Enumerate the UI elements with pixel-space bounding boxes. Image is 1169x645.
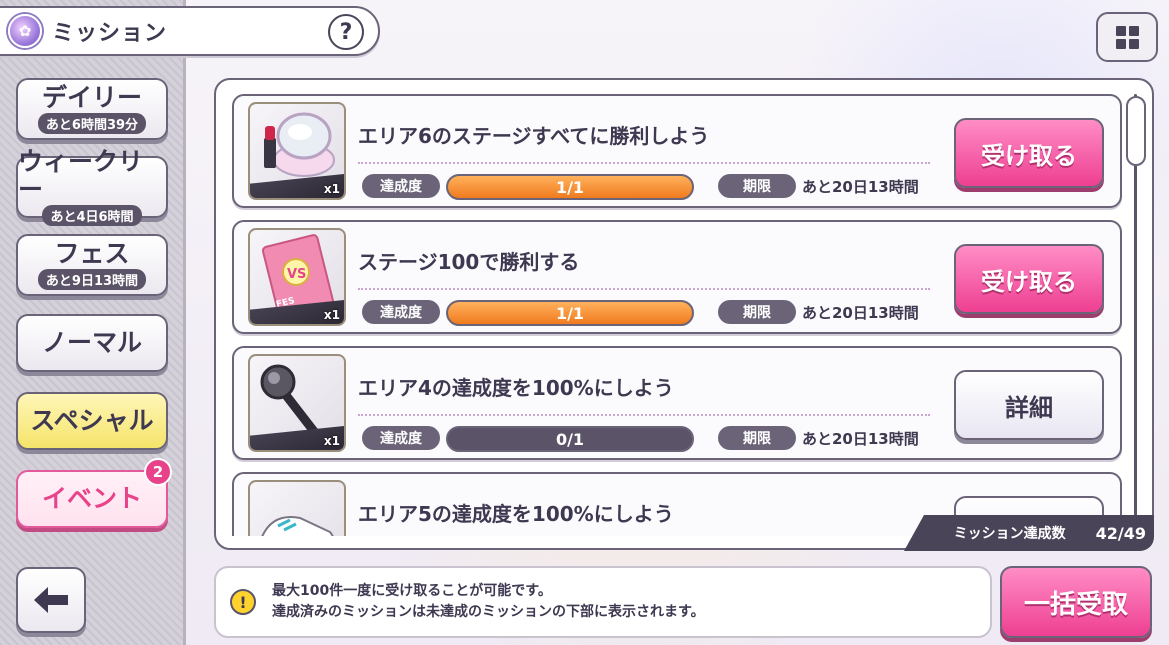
deadline-label: 期限 — [718, 426, 796, 450]
tab-weekly[interactable]: ウィークリー あと4日6時間 — [16, 148, 168, 226]
tab-normal[interactable]: ノーマル — [16, 314, 168, 372]
reward-thumbnail — [248, 480, 346, 536]
tab-label: イベント — [41, 484, 142, 514]
completion-value: 42/49 — [1095, 523, 1146, 543]
mission-completion-count: ミッション達成数 42/49 — [904, 515, 1154, 551]
exclamation-icon: ! — [230, 589, 256, 615]
scroll-thumb[interactable] — [1126, 96, 1146, 166]
reward-thumbnail: x1 — [248, 102, 346, 200]
page-title: ミッション — [52, 21, 168, 46]
tab-fes[interactable]: フェス あと9日13時間 — [16, 234, 168, 296]
completion-label: ミッション達成数 — [953, 526, 1066, 542]
deadline-value: あと20日13時間 — [802, 304, 919, 322]
tab-label: ノーマル — [41, 328, 142, 358]
mission-title: エリア4の達成度を100%にしよう — [358, 376, 674, 400]
tab-remaining-time: あと6時間39分 — [37, 113, 147, 135]
reward-count: x1 — [323, 182, 340, 196]
detail-button[interactable]: 詳細 — [954, 370, 1104, 440]
receive-button[interactable]: 受け取る — [954, 118, 1104, 188]
mission-title: エリア6のステージすべてに勝利しよう — [358, 124, 710, 148]
progress-label: 達成度 — [362, 174, 440, 198]
deadline-value: あと20日13時間 — [802, 178, 919, 196]
help-button[interactable]: ? — [328, 14, 364, 50]
back-button[interactable] — [16, 567, 86, 633]
info-panel: ! 最大100件一度に受け取ることが可能です。 達成済みのミッションは未達成のミ… — [214, 566, 992, 638]
grid-menu-icon — [1115, 25, 1139, 49]
mission-card: x1 エリア4の達成度を100%にしよう 達成度 0/1 期限 あと20日13時… — [232, 346, 1122, 460]
reward-count: x1 — [323, 308, 340, 322]
mission-title: ステージ100で勝利する — [358, 250, 580, 274]
progress-label: 達成度 — [362, 300, 440, 324]
tab-label: スペシャル — [30, 406, 154, 436]
progress-bar: 1/1 — [446, 174, 694, 200]
deadline-label: 期限 — [718, 300, 796, 324]
tab-label: ウィークリー — [18, 147, 144, 204]
menu-button[interactable] — [1096, 12, 1158, 62]
page-header: ✿ ミッション ? — [0, 6, 380, 56]
info-line: 達成済みのミッションは未達成のミッションの下部に表示されます。 — [272, 604, 705, 620]
mission-card: VS FES x1 ステージ100で勝利する 達成度 1/1 期限 あと20日1… — [232, 220, 1122, 334]
mission-list-panel: x1 エリア6のステージすべてに勝利しよう 達成度 1/1 期限 あと20日13… — [214, 78, 1154, 550]
tab-label: デイリー — [41, 82, 142, 112]
progress-value: 0/1 — [555, 429, 585, 449]
progress-value: 1/1 — [555, 303, 585, 323]
progress-bar: 0/1 — [446, 426, 694, 452]
reward-count: x1 — [323, 434, 340, 448]
progress-bar: 1/1 — [446, 300, 694, 326]
back-arrow-icon — [34, 587, 68, 613]
receive-button[interactable]: 受け取る — [954, 244, 1104, 314]
deadline-label: 期限 — [718, 174, 796, 198]
tab-remaining-time: あと4日6時間 — [42, 205, 142, 226]
tab-label: フェス — [54, 238, 130, 268]
bulk-receive-button[interactable]: 一括受取 — [1000, 566, 1152, 638]
mission-icon: ✿ — [8, 14, 42, 48]
mission-list: x1 エリア6のステージすべてに勝利しよう 達成度 1/1 期限 あと20日13… — [232, 94, 1124, 536]
sneakers-icon — [261, 516, 334, 536]
info-line: 最大100件一度に受け取ることが可能です。 — [272, 583, 552, 599]
deadline-value: あと20日13時間 — [802, 430, 919, 448]
scrollbar[interactable] — [1126, 94, 1146, 536]
tab-remaining-time: あと9日13時間 — [37, 269, 147, 291]
tab-special[interactable]: スペシャル — [16, 392, 168, 450]
reward-thumbnail: x1 — [248, 354, 346, 452]
info-text: 最大100件一度に受け取ることが可能です。 達成済みのミッションは未達成のミッシ… — [272, 581, 705, 623]
mission-card: x1 エリア6のステージすべてに勝利しよう 達成度 1/1 期限 あと20日13… — [232, 94, 1122, 208]
notification-badge: 2 — [144, 458, 172, 486]
svg-text:VS: VS — [287, 267, 306, 282]
tab-daily[interactable]: デイリー あと6時間39分 — [16, 78, 168, 140]
mission-title: エリア5の達成度を100%にしよう — [358, 502, 674, 526]
tab-event[interactable]: イベント 2 — [16, 458, 172, 528]
progress-label: 達成度 — [362, 426, 440, 450]
progress-value: 1/1 — [555, 177, 585, 197]
reward-thumbnail: VS FES x1 — [248, 228, 346, 326]
